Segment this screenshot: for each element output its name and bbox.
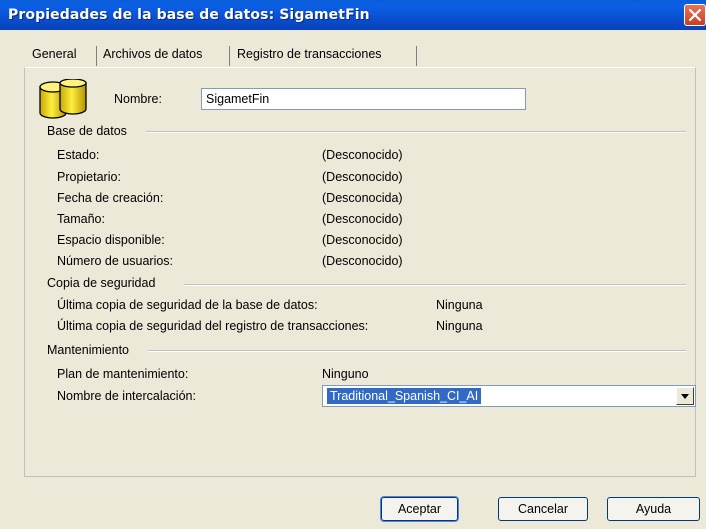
user-count-value: (Desconocido) xyxy=(322,254,403,268)
section-divider xyxy=(146,131,686,133)
cancel-button[interactable]: Cancelar xyxy=(498,497,588,521)
help-button[interactable]: Ayuda xyxy=(607,497,700,521)
status-label: Estado: xyxy=(57,148,100,162)
last-db-backup-value: Ninguna xyxy=(436,298,483,312)
chevron-down-icon xyxy=(681,394,689,399)
maintenance-section-title: Mantenimiento xyxy=(47,343,129,357)
collation-selected-value: Traditional_Spanish_CI_AI xyxy=(325,387,483,405)
user-count-label: Número de usuarios: xyxy=(57,254,174,268)
tab-separator xyxy=(416,46,417,66)
last-log-backup-value: Ninguna xyxy=(436,319,483,333)
available-space-label: Espacio disponible: xyxy=(57,233,165,247)
section-divider xyxy=(148,350,686,352)
name-label: Nombre: xyxy=(114,92,162,106)
close-icon xyxy=(689,9,701,21)
owner-label: Propietario: xyxy=(57,170,121,184)
last-db-backup-label: Última copia de seguridad de la base de … xyxy=(57,298,318,312)
collation-label: Nombre de intercalación: xyxy=(57,389,196,403)
title-bar[interactable]: Propiedades de la base de datos: Sigamet… xyxy=(0,0,706,30)
collation-select[interactable]: Traditional_Spanish_CI_AI xyxy=(322,385,696,407)
name-field[interactable]: SigametFin xyxy=(201,88,526,110)
database-section-title: Base de datos xyxy=(47,124,127,138)
section-divider xyxy=(184,284,686,286)
maintenance-plan-value: Ninguno xyxy=(322,367,369,381)
size-value: (Desconocido) xyxy=(322,212,403,226)
collation-dropdown-button[interactable] xyxy=(676,387,694,405)
database-icon xyxy=(39,79,87,119)
backup-section-title: Copia de seguridad xyxy=(47,276,156,290)
owner-value: (Desconocido) xyxy=(322,170,403,184)
window-title: Propiedades de la base de datos: Sigamet… xyxy=(8,7,370,23)
creation-date-label: Fecha de creación: xyxy=(57,191,164,205)
close-button[interactable] xyxy=(684,4,706,26)
tab-data-files[interactable]: Archivos de datos xyxy=(103,47,202,65)
tab-separator xyxy=(229,46,230,66)
database-properties-dialog: Propiedades de la base de datos: Sigamet… xyxy=(0,0,706,529)
tab-general[interactable]: General xyxy=(32,47,76,65)
last-log-backup-label: Última copia de seguridad del registro d… xyxy=(57,319,369,333)
ok-button[interactable]: Aceptar xyxy=(380,496,459,522)
tab-transaction-log[interactable]: Registro de transacciones xyxy=(237,47,382,65)
maintenance-plan-label: Plan de mantenimiento: xyxy=(57,367,189,381)
size-label: Tamaño: xyxy=(57,212,105,226)
creation-date-value: (Desconocida) xyxy=(322,191,403,205)
available-space-value: (Desconocido) xyxy=(322,233,403,247)
status-value: (Desconocido) xyxy=(322,148,403,162)
tab-separator xyxy=(96,46,97,66)
